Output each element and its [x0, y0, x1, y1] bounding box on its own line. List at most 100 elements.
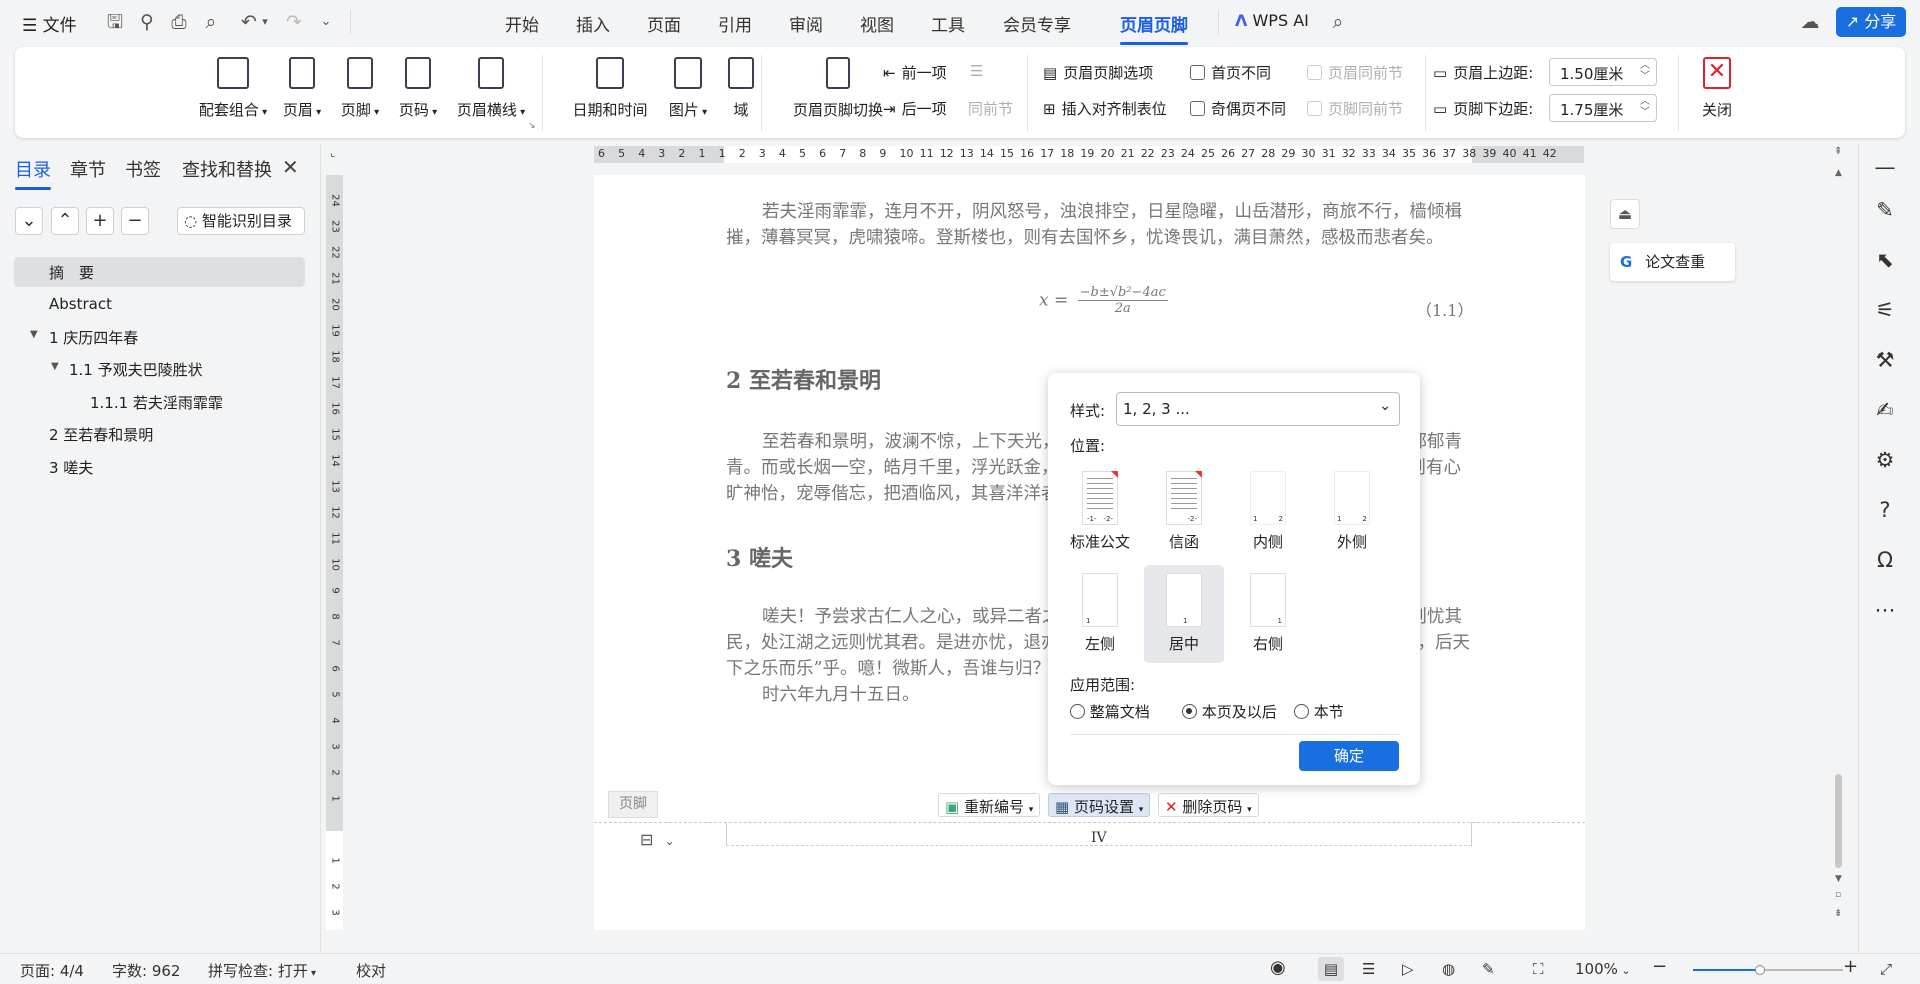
header-top-margin-input[interactable]: 1.50厘米 ︿ ﹀	[1549, 58, 1657, 86]
tab-tools[interactable]: 工具	[931, 11, 965, 36]
scroll-bottom-icon[interactable]: ⇟	[1834, 908, 1842, 919]
same-section-button[interactable]: 同前节	[968, 98, 1013, 119]
toc-item-1-1[interactable]: 1.1 予观夫巴陵胜状	[69, 359, 203, 380]
search-icon[interactable]: ⌕	[1326, 10, 1350, 34]
expand-triangle-icon[interactable]: ▼	[51, 361, 59, 372]
date-time-button[interactable]: 日期和时间	[555, 57, 665, 120]
remove-heading-button[interactable]: −	[121, 207, 149, 235]
expand-up-button[interactable]: ⌃	[51, 207, 79, 235]
wps-ai-button[interactable]: Ʌ WPS AI	[1235, 11, 1309, 30]
toc-item-chapter-1[interactable]: 1 庆历四年春	[49, 327, 138, 348]
save-icon[interactable]: 🖫	[103, 10, 127, 34]
share-button[interactable]: ↗ 分享	[1836, 7, 1906, 37]
close-icon[interactable]: ✕	[282, 155, 299, 179]
redo-icon[interactable]: ↷	[282, 10, 306, 34]
word-count[interactable]: 字数: 962	[112, 960, 180, 981]
print-icon[interactable]: ⎙	[167, 10, 191, 34]
tools-icon[interactable]: ⚒	[1871, 346, 1899, 374]
scope-whole-document-radio[interactable]: 整篇文档	[1070, 701, 1150, 722]
tab-member[interactable]: 会员专享	[1003, 11, 1071, 36]
tab-page[interactable]: 页面	[647, 11, 681, 36]
vertical-scrollbar[interactable]: ⇞ ▲ ▼ ▫ ⇟	[1832, 146, 1846, 946]
position-center[interactable]: 1 居中	[1144, 565, 1224, 663]
heading-2[interactable]: 2 至若春和景明	[726, 363, 881, 395]
scroll-thumb[interactable]	[1835, 774, 1842, 868]
page-number-settings-button[interactable]: ▦ 页码设置 ▾	[1048, 793, 1151, 817]
collapse-all-button[interactable]: ⌄	[15, 207, 43, 235]
edit-icon[interactable]: ✎	[1482, 960, 1495, 978]
scroll-up-icon[interactable]: ▲	[1835, 168, 1842, 178]
help-icon[interactable]: ?	[1871, 496, 1899, 524]
scope-this-section-radio[interactable]: 本节	[1294, 701, 1344, 722]
tab-references[interactable]: 引用	[718, 11, 752, 36]
sliders-icon[interactable]: ⚟	[1871, 296, 1899, 324]
position-inside[interactable]: 12 内侧	[1228, 463, 1308, 561]
translate-icon[interactable]: ⚙	[1871, 446, 1899, 474]
close-header-footer-button[interactable]: ✕ 关闭	[1687, 57, 1747, 120]
style-select[interactable]: 1, 2, 3 ... ⌄	[1116, 392, 1400, 426]
toc-item-abstract-cn[interactable]: 摘 要	[49, 262, 94, 283]
footer-same-as-previous-checkbox[interactable]: 页脚同前节	[1307, 98, 1403, 119]
matched-combo-button[interactable]: 配套组合 ▾	[193, 57, 273, 120]
position-letter[interactable]: -2- 信函	[1144, 463, 1224, 561]
fit-page-icon[interactable]: ⛶	[1533, 960, 1544, 978]
tab-find-replace[interactable]: 查找和替换	[182, 156, 272, 182]
page-number[interactable]: IV	[1091, 830, 1107, 846]
ok-button[interactable]: 确定	[1299, 741, 1399, 771]
header-button[interactable]: 页眉 ▾	[277, 57, 327, 120]
toc-item-1-1-1[interactable]: 1.1.1 若夫淫雨霏霏	[90, 392, 223, 413]
proofread-button[interactable]: 校对	[356, 960, 386, 981]
paragraph[interactable]: 若夫淫雨霏霏，连月不开，阴风怒号，浊浪排空，日星隐曜，山岳潜形，商旅不行，樯倾楫…	[726, 199, 1472, 251]
page-indicator[interactable]: 页面: 4/4	[20, 960, 84, 981]
horizontal-ruler[interactable]: 6 5 4 3 2 1 1 2 3 4 5 6 7 8 9 10 11 12 13 14 15 16 17 18 19 20 21 2…	[594, 146, 1584, 163]
footer-layout-button[interactable]: ⊟ ⌄	[640, 830, 675, 849]
tab-review[interactable]: 审阅	[789, 11, 823, 36]
spell-check-toggle[interactable]: 拼写检查: 打开 ▾	[208, 960, 316, 981]
position-outside[interactable]: 12 外侧	[1312, 463, 1392, 561]
outline-view-icon[interactable]: ☰	[1362, 960, 1375, 978]
toc-item-chapter-3[interactable]: 3 嗟夫	[49, 457, 93, 478]
cloud-upload-icon[interactable]: ☁	[1798, 10, 1822, 34]
previous-item-button[interactable]: ⇤ 前一项	[883, 62, 947, 83]
expand-triangle-icon[interactable]: ▼	[30, 329, 38, 340]
field-button[interactable]: 域	[721, 57, 761, 120]
footer-button[interactable]: 页脚 ▾	[335, 57, 385, 120]
collapse-ribbon-button[interactable]: ⏏	[1610, 199, 1640, 229]
expand-dialog-icon[interactable]: ↘	[528, 121, 536, 131]
fullscreen-icon[interactable]: ⤢	[1880, 960, 1892, 978]
odd-even-different-checkbox[interactable]: 奇偶页不同	[1190, 98, 1286, 119]
tab-stop-icon[interactable]: ⌞	[330, 146, 335, 159]
zoom-select[interactable]: 100% ⌄	[1575, 960, 1631, 978]
insert-align-tab-button[interactable]: ⊞ 插入对齐制表位	[1043, 98, 1167, 119]
tab-insert[interactable]: 插入	[576, 11, 610, 36]
delete-page-number-button[interactable]: ✕ 删除页码 ▾	[1158, 793, 1259, 817]
undo-dropdown-icon[interactable]: ▾	[253, 10, 277, 34]
scope-this-page-onward-radio[interactable]: 本页及以后	[1182, 701, 1277, 722]
eye-icon[interactable]: ◉	[1270, 957, 1286, 978]
share-link-icon[interactable]: ⚲	[135, 10, 159, 34]
renumber-button[interactable]: ▣ 重新编号 ▾	[938, 793, 1041, 817]
zoom-slider-thumb[interactable]	[1755, 965, 1765, 975]
header-same-as-previous-checkbox[interactable]: 页眉同前节	[1307, 62, 1403, 83]
pointer-icon[interactable]: ⬉	[1871, 246, 1899, 274]
position-left[interactable]: 1 左侧	[1060, 565, 1140, 663]
tab-chapters[interactable]: 章节	[70, 156, 106, 182]
toc-item-abstract[interactable]: Abstract	[49, 295, 112, 313]
heading-3[interactable]: 3 嗟夫	[726, 541, 793, 573]
footer-bottom-margin-input[interactable]: 1.75厘米 ︿ ﹀	[1549, 94, 1657, 122]
play-icon[interactable]: ▷	[1402, 960, 1414, 978]
page-number-button[interactable]: 页码 ▾	[393, 57, 443, 120]
position-right[interactable]: 1 右侧	[1228, 565, 1308, 663]
tab-home[interactable]: 开始	[505, 11, 539, 36]
page-view-icon[interactable]: ▤	[1318, 957, 1344, 981]
web-view-icon[interactable]: ◍	[1442, 960, 1455, 978]
zoom-out-icon[interactable]: −	[1652, 956, 1667, 977]
tab-view[interactable]: 视图	[860, 11, 894, 36]
file-menu[interactable]: ☰ 文件	[22, 11, 77, 36]
smart-toc-button[interactable]: ◌ 智能识别目录	[177, 207, 305, 235]
vertical-ruler[interactable]: 24 23 22 21 20 19 18 17 16 15 14 13 12 11 10 9 8 7 6 5 4 3 2 1 1…	[326, 175, 343, 930]
scroll-down-icon[interactable]: ▼	[1835, 874, 1842, 884]
spinner-arrows-icon[interactable]: ︿ ﹀	[1640, 60, 1650, 82]
equation[interactable]: x = −b±√b²−4ac 2a	[1039, 285, 1168, 316]
tab-header-footer[interactable]: 页眉页脚	[1120, 11, 1188, 45]
